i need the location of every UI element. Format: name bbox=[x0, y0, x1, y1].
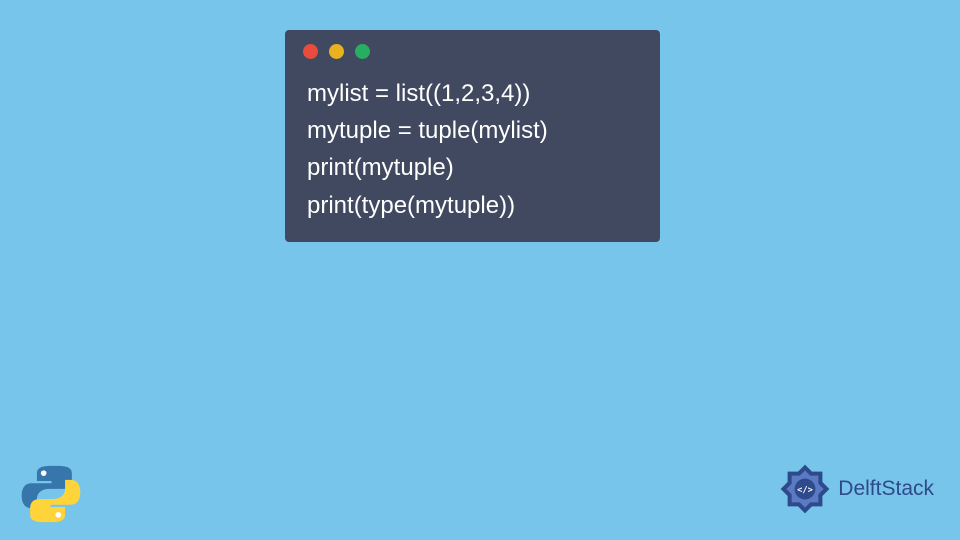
python-logo-icon bbox=[20, 463, 82, 525]
delftstack-name: DelftStack bbox=[838, 477, 934, 501]
svg-text:</>: </> bbox=[797, 485, 813, 495]
delftstack-logo-icon: </> bbox=[776, 460, 834, 518]
code-line: mytuple = tuple(mylist) bbox=[307, 112, 638, 149]
code-window: mylist = list((1,2,3,4)) mytuple = tuple… bbox=[285, 30, 660, 242]
window-controls bbox=[285, 30, 660, 67]
close-icon bbox=[303, 44, 318, 59]
code-content: mylist = list((1,2,3,4)) mytuple = tuple… bbox=[285, 67, 660, 224]
code-line: print(type(mytuple)) bbox=[307, 187, 638, 224]
maximize-icon bbox=[355, 44, 370, 59]
code-line: mylist = list((1,2,3,4)) bbox=[307, 75, 638, 112]
delftstack-branding: </> DelftStack bbox=[776, 460, 934, 518]
code-line: print(mytuple) bbox=[307, 149, 638, 186]
minimize-icon bbox=[329, 44, 344, 59]
